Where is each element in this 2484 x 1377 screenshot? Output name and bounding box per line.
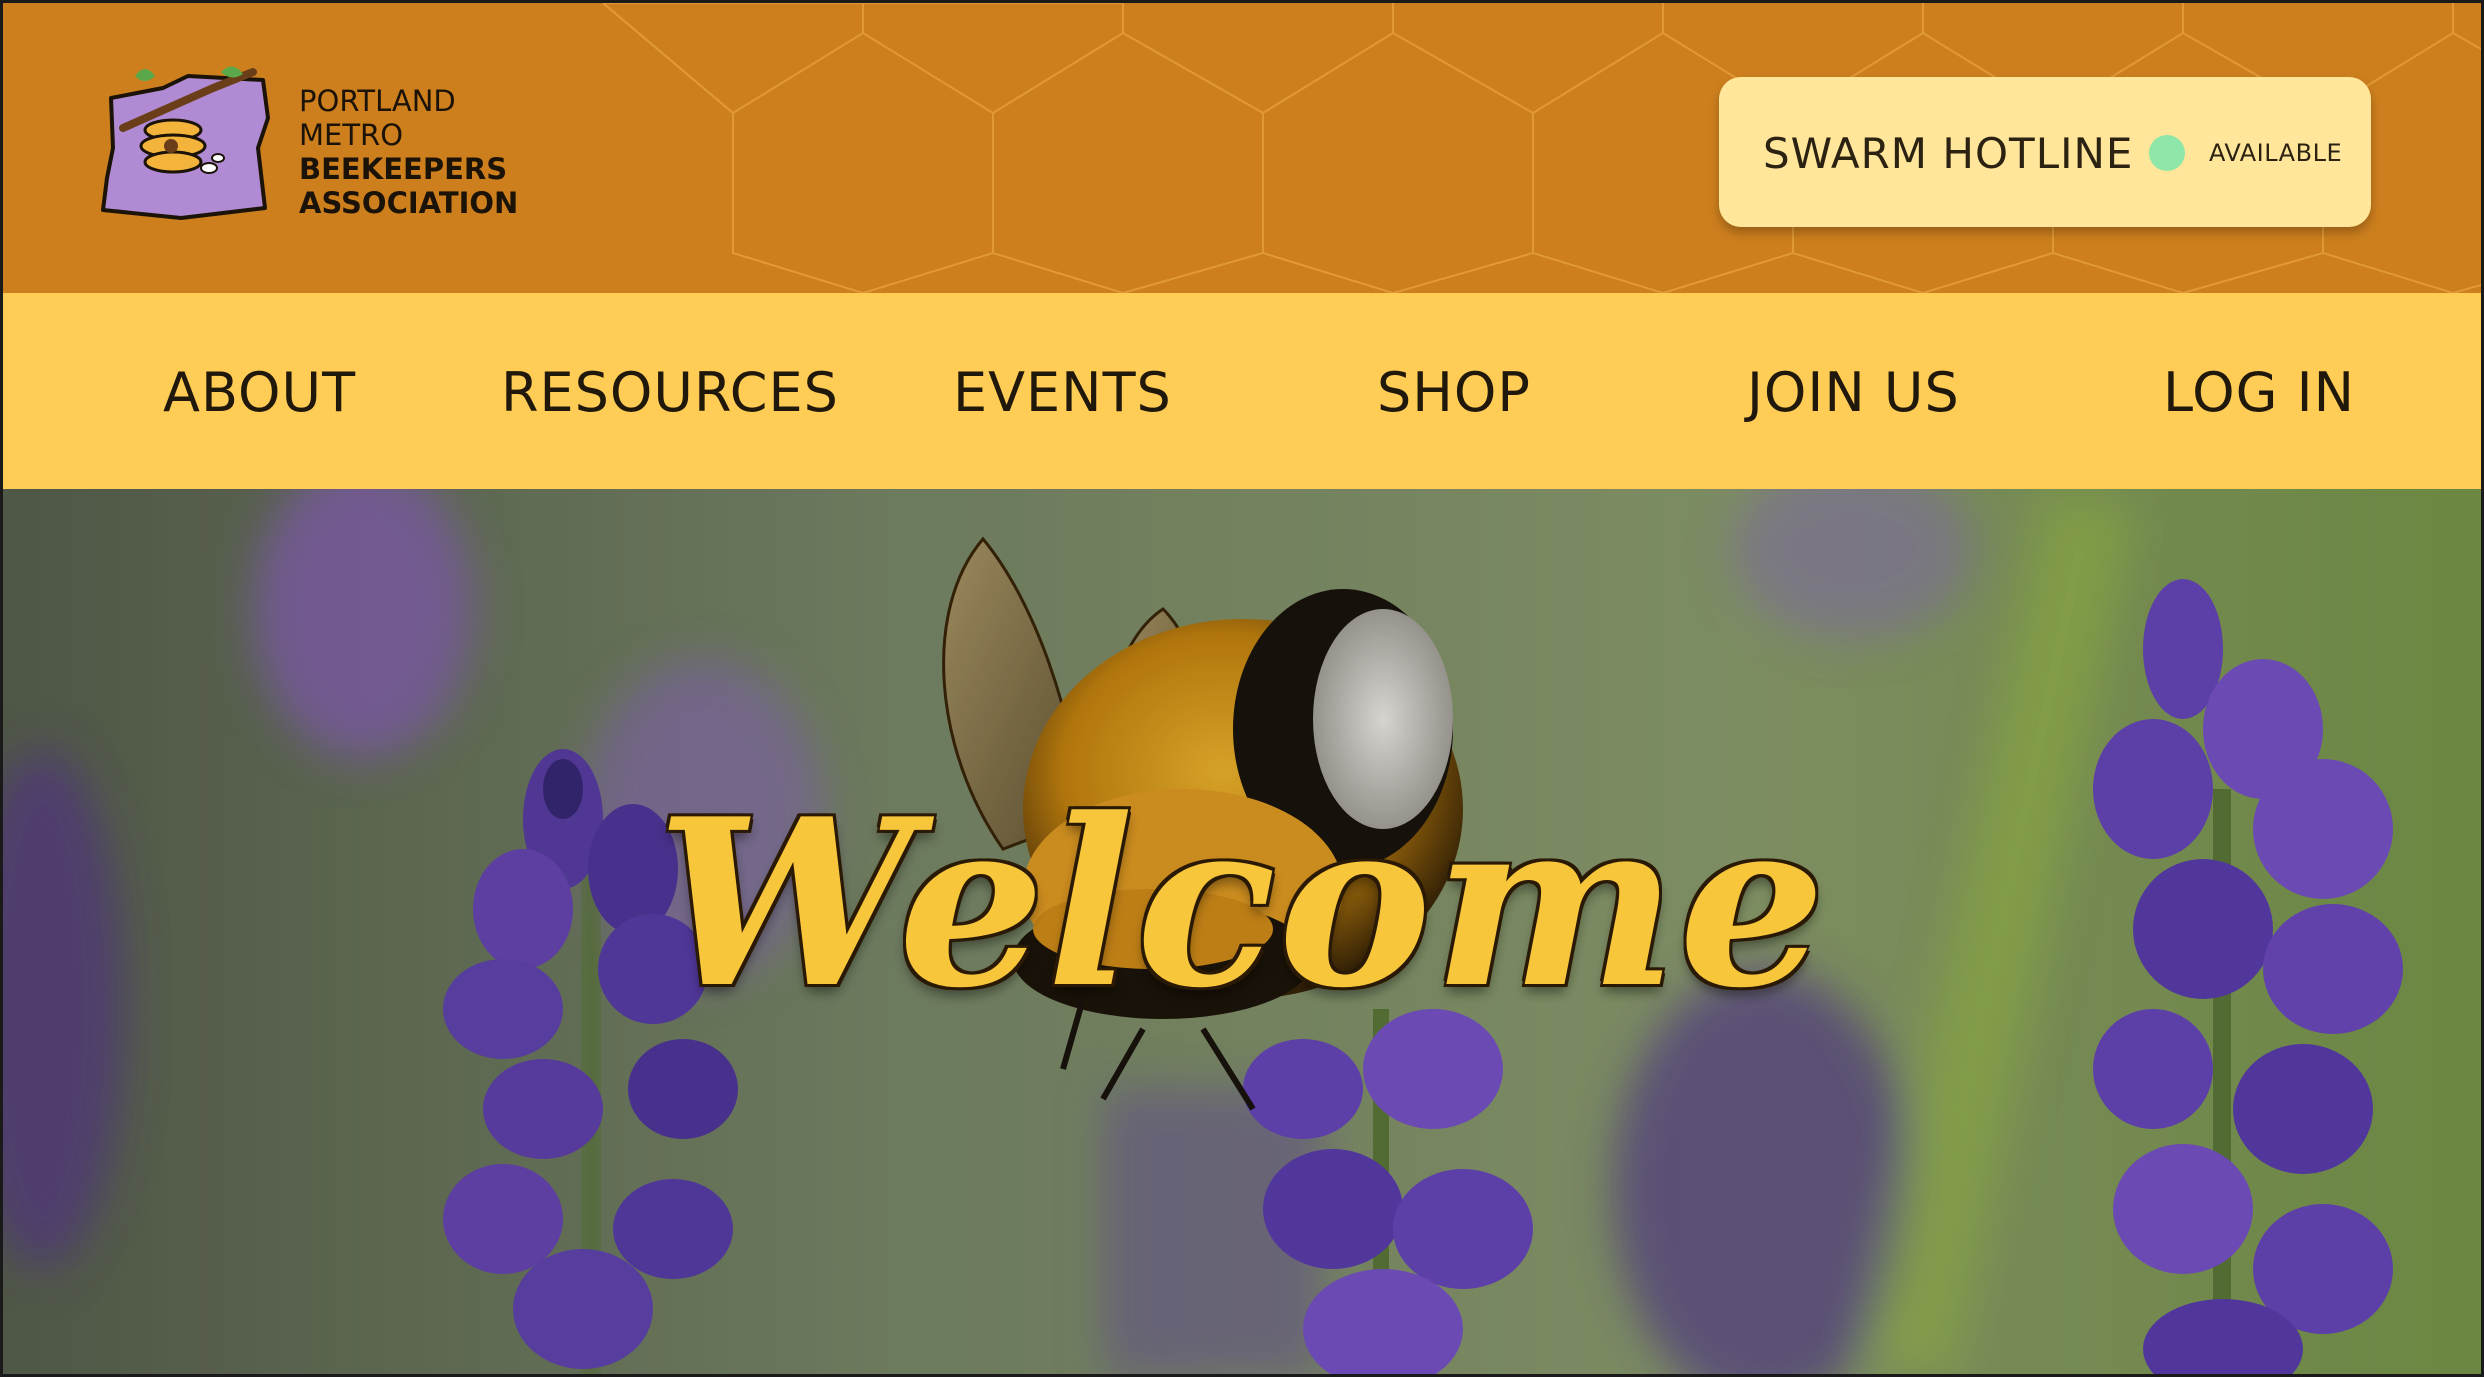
nav-about[interactable]: ABOUT (163, 361, 356, 424)
main-nav: ABOUT RESOURCES EVENTS SHOP JOIN US LOG … (3, 293, 2481, 489)
site-header: PORTLAND METRO BEEKEEPERS ASSOCIATION SW… (3, 3, 2481, 293)
logo-text: PORTLAND METRO BEEKEEPERS ASSOCIATION (299, 84, 518, 220)
nav-shop[interactable]: SHOP (1377, 361, 1531, 424)
nav-log-in[interactable]: LOG IN (2163, 361, 2355, 424)
status-dot-icon (2149, 135, 2185, 171)
nav-events[interactable]: EVENTS (953, 361, 1172, 424)
nav-join-us[interactable]: JOIN US (1747, 361, 1960, 424)
hero-heading: Welcome (656, 769, 1828, 1039)
logo-line-1: PORTLAND (299, 84, 456, 118)
nav-resources[interactable]: RESOURCES (501, 361, 839, 424)
page-frame: PORTLAND METRO BEEKEEPERS ASSOCIATION SW… (0, 0, 2484, 1377)
site-logo[interactable]: PORTLAND METRO BEEKEEPERS ASSOCIATION (93, 58, 518, 238)
hotline-label: SWARM HOTLINE (1763, 129, 2134, 178)
logo-line-3: BEEKEEPERS (299, 152, 508, 186)
logo-line-4: ASSOCIATION (299, 186, 519, 220)
hero-banner: Welcome (3, 489, 2481, 1374)
oregon-beehive-logo-icon (101, 66, 270, 220)
swarm-hotline-button[interactable]: SWARM HOTLINE AVAILABLE (1719, 77, 2371, 227)
hotline-status: AVAILABLE (2209, 139, 2343, 167)
logo-line-2: METRO (299, 118, 404, 152)
